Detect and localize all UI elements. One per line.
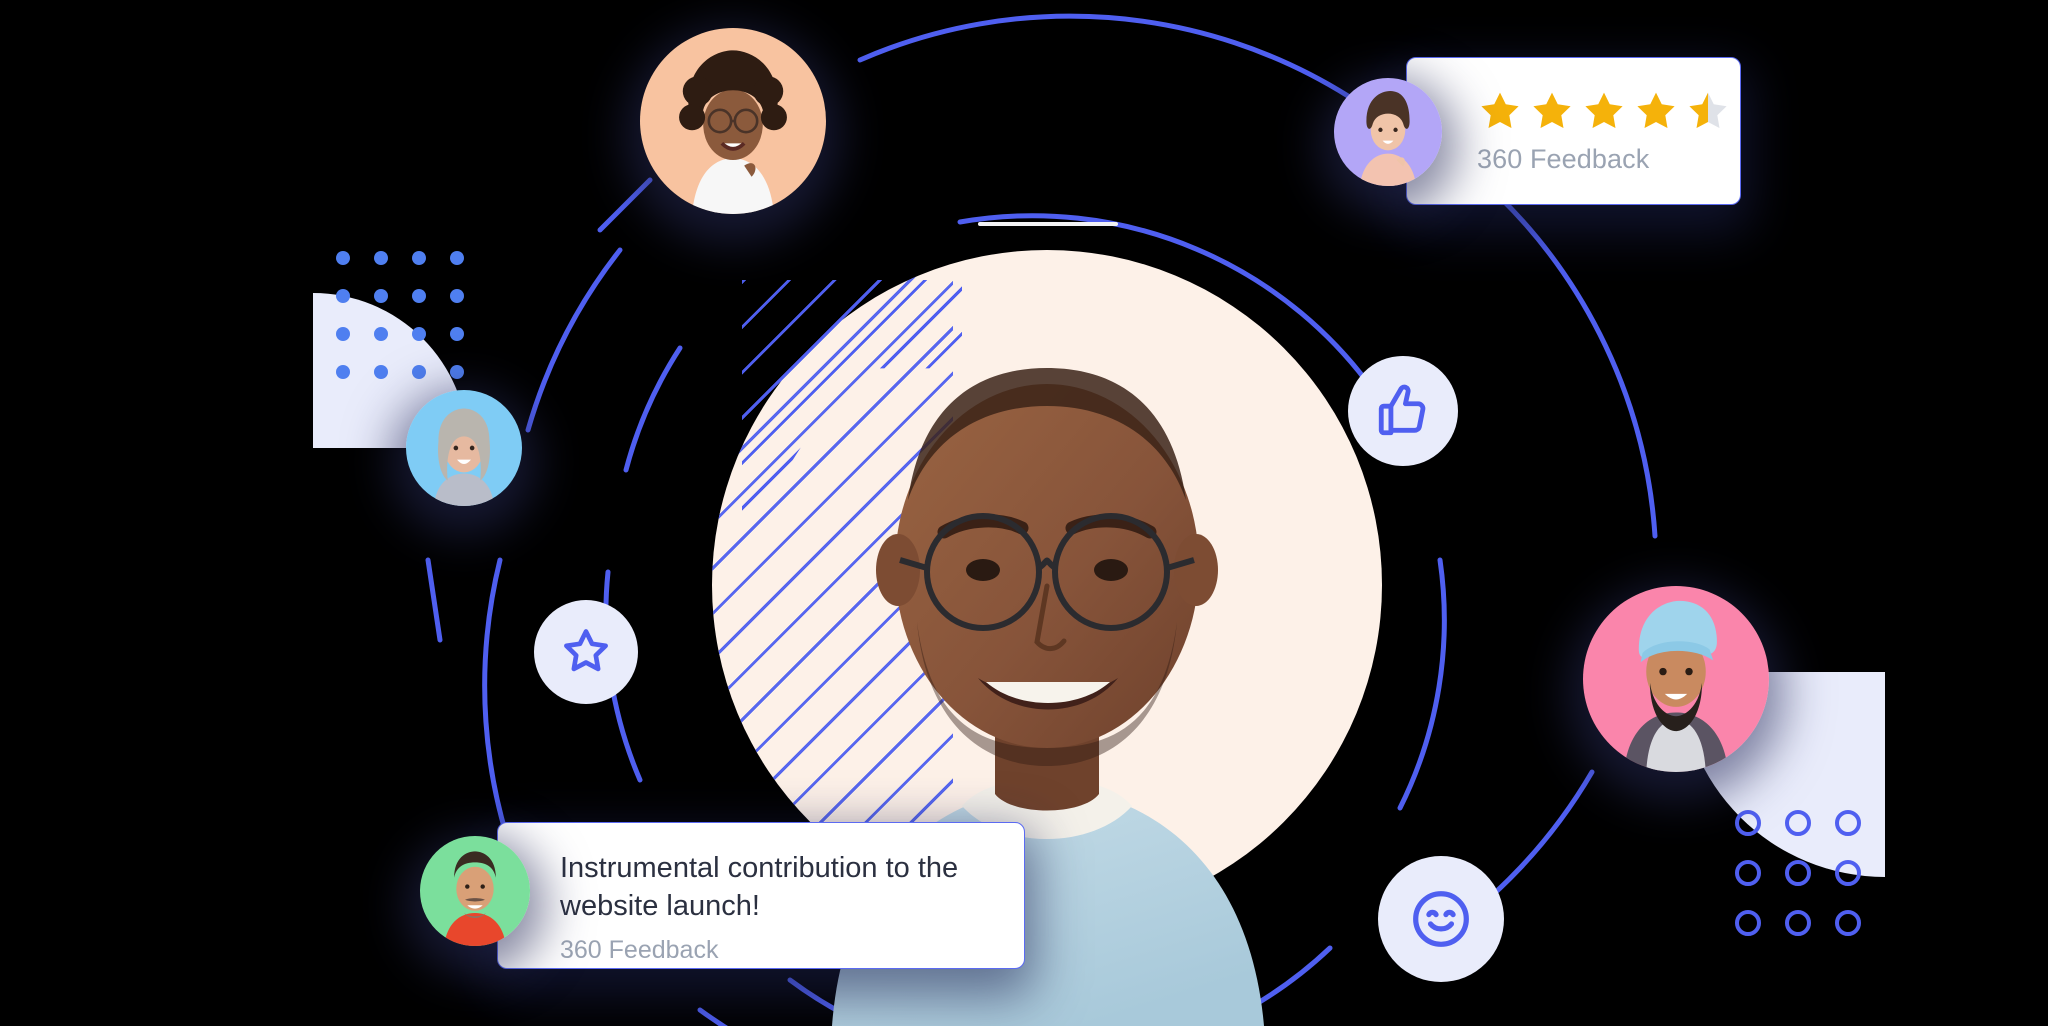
dot [374, 289, 388, 303]
smiley-icon [1413, 891, 1469, 947]
dot-grid-bottom-right [1735, 810, 1885, 960]
orbit-connector-left [425, 557, 443, 643]
star-full-icon [1637, 92, 1675, 128]
avatar-rating-card-image [1334, 78, 1442, 186]
thumbs-up-icon [1378, 384, 1426, 436]
circle [1835, 810, 1861, 836]
avatar-rating-card[interactable] [1334, 78, 1442, 186]
circle [1785, 860, 1811, 886]
dot [412, 251, 426, 265]
avatar-top[interactable] [640, 28, 826, 214]
star-full-icon [1533, 92, 1571, 128]
dot-grid-top-left [336, 251, 488, 403]
avatar-top-image [640, 28, 826, 214]
avatar-quote-card[interactable] [420, 836, 530, 946]
dot [412, 289, 426, 303]
rating-card[interactable]: 360 Feedback [1406, 57, 1741, 205]
quote-card-subtitle: 360 Feedback [560, 935, 719, 964]
star-bubble[interactable] [534, 600, 638, 704]
orbit-connector-top-left [597, 177, 653, 233]
avatar-right-image [1583, 586, 1769, 772]
orbit-arc-inner-right [1397, 557, 1447, 811]
avatar-quote-card-image [420, 836, 530, 946]
smiley-bubble[interactable] [1378, 856, 1504, 982]
thumbs-up-bubble[interactable] [1348, 356, 1458, 466]
illustration-stage: 360 Feedback Instrumental contribution t… [0, 0, 2048, 1026]
circle [1735, 860, 1761, 886]
dot [450, 327, 464, 341]
orbit-arc-inner-tl [623, 345, 683, 473]
circle [1785, 810, 1811, 836]
circle [1835, 910, 1861, 936]
dot [412, 365, 426, 379]
circle [1785, 910, 1811, 936]
dot [450, 289, 464, 303]
divider-line [978, 222, 1118, 226]
dot [374, 251, 388, 265]
dot [336, 289, 350, 303]
dot [450, 251, 464, 265]
dot [450, 365, 464, 379]
dot [412, 327, 426, 341]
dot [374, 365, 388, 379]
quote-card-text: Instrumental contribution to the website… [560, 852, 959, 923]
circle [1735, 910, 1761, 936]
avatar-left-image [406, 390, 522, 506]
dot [336, 251, 350, 265]
star-outline-icon [564, 629, 608, 672]
orbit-arc-outer-top [857, 13, 1351, 99]
orbit-arc-outer-right [1467, 167, 1658, 539]
star-full-icon [1585, 92, 1623, 128]
star-rating [1477, 88, 1740, 134]
star-full-icon [1481, 92, 1519, 128]
dot [336, 327, 350, 341]
avatar-left[interactable] [406, 390, 522, 506]
dot [336, 365, 350, 379]
dot [374, 327, 388, 341]
rating-card-subtitle: 360 Feedback [1477, 143, 1650, 174]
circle [1835, 860, 1861, 886]
star-half-icon [1689, 92, 1727, 128]
orbit-arc-outer-tl [525, 247, 623, 433]
avatar-right[interactable] [1583, 586, 1769, 772]
quote-card[interactable]: Instrumental contribution to the website… [497, 822, 1025, 969]
circle [1735, 810, 1761, 836]
